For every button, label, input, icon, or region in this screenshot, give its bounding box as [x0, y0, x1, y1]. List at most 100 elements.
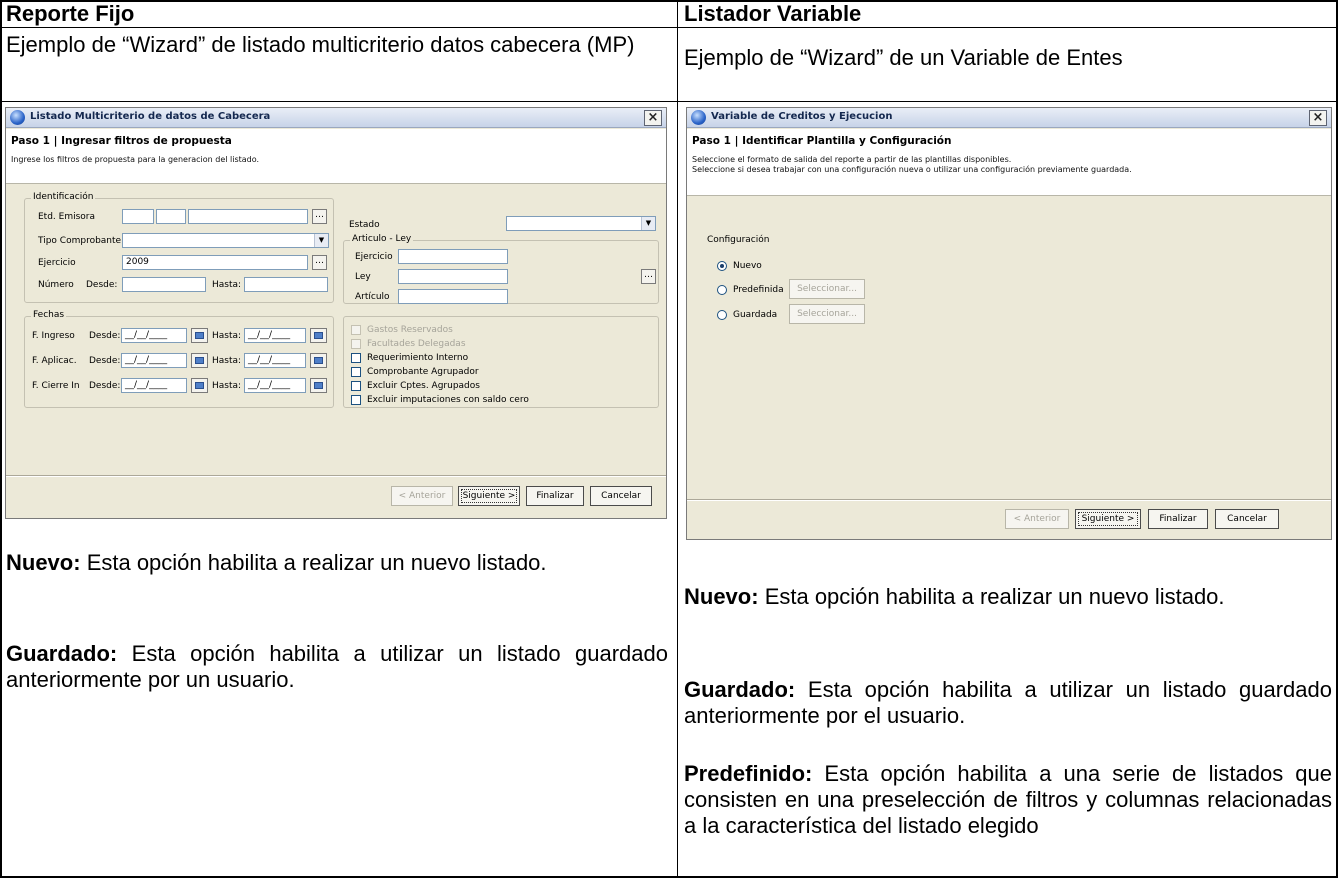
facultades-delegadas-checkbox[interactable] [351, 339, 361, 349]
f-ingreso-hasta-input[interactable]: __/__/____ [244, 328, 306, 343]
ellipsis-button[interactable]: … [312, 209, 327, 224]
guardado-term: Guardado: [684, 677, 796, 702]
excluir-cptes-label: Excluir Cptes. Agrupados [367, 381, 480, 391]
comprobante-agrupador-label: Comprobante Agrupador [367, 367, 479, 377]
comprobante-agrupador-checkbox[interactable] [351, 367, 361, 377]
left-nuevo-paragraph: Nuevo: Esta opción habilita a realizar u… [6, 550, 668, 576]
cancelar-button[interactable]: Cancelar [1215, 509, 1279, 529]
right-guardado-paragraph: Guardado: Esta opción habilita a utiliza… [684, 677, 1332, 729]
nuevo-text: Esta opción habilita a realizar un nuevo… [86, 550, 547, 575]
close-icon[interactable]: × [1309, 110, 1327, 126]
ejercicio-label: Ejercicio [38, 258, 76, 268]
art-ejercicio-label: Ejercicio [355, 252, 393, 262]
numero-desde-label: Desde: [86, 280, 118, 290]
table-rule [0, 27, 1338, 28]
app-icon [691, 110, 706, 125]
right-nuevo-paragraph: Nuevo: Esta opción habilita a realizar u… [684, 584, 1332, 610]
app-icon [10, 110, 25, 125]
numero-label: Número [38, 280, 74, 290]
f-aplicac-desde-label: Desde: [89, 356, 121, 366]
f-cierre-desde-input[interactable]: __/__/____ [121, 378, 187, 393]
f-aplicac-desde-input[interactable]: __/__/____ [121, 353, 187, 368]
calendar-icon[interactable] [310, 353, 327, 368]
etd-emisora-input-1[interactable] [122, 209, 154, 224]
nuevo-radio[interactable] [717, 261, 727, 271]
guardada-label: Guardada [733, 310, 778, 320]
finalizar-button[interactable]: Finalizar [526, 486, 584, 506]
requerimiento-interno-label: Requerimiento Interno [367, 353, 469, 363]
excluir-imputaciones-label: Excluir imputaciones con saldo cero [367, 395, 529, 405]
table-border-left [0, 0, 2, 878]
calendar-icon[interactable] [191, 328, 208, 343]
guardado-term: Guardado: [6, 641, 118, 666]
right-subheader: Ejemplo de “Wizard” de un Variable de En… [684, 45, 1123, 70]
requerimiento-interno-checkbox[interactable] [351, 353, 361, 363]
predefinida-radio[interactable] [717, 285, 727, 295]
calendar-icon[interactable] [310, 378, 327, 393]
f-ingreso-label: F. Ingreso [32, 331, 75, 341]
estado-select[interactable]: ▼ [506, 216, 656, 231]
ellipsis-button[interactable]: … [312, 255, 327, 270]
numero-hasta-input[interactable] [244, 277, 328, 292]
finalizar-button[interactable]: Finalizar [1148, 509, 1208, 529]
f-ingreso-hasta-label: Hasta: [212, 331, 242, 341]
group-title: Fechas [31, 310, 67, 320]
right-predefinido-paragraph: Predefinido: Esta opción habilita a una … [684, 761, 1332, 839]
articulo-label: Artículo [355, 292, 390, 302]
group-title: Articulo - Ley [350, 234, 414, 244]
f-cierre-hasta-input[interactable]: __/__/____ [244, 378, 306, 393]
etd-emisora-input-3[interactable] [188, 209, 308, 224]
predefinida-label: Predefinida [733, 285, 784, 295]
articulo-input[interactable] [398, 289, 508, 304]
calendar-icon[interactable] [191, 353, 208, 368]
gastos-reservados-label: Gastos Reservados [367, 325, 453, 335]
step-instruction-1: Seleccione el formato de salida del repo… [692, 155, 1012, 164]
f-aplicac-hasta-input[interactable]: __/__/____ [244, 353, 306, 368]
table-column-divider [677, 0, 678, 878]
wizard-header: Paso 1 | Identificar Plantilla y Configu… [687, 129, 1331, 196]
tipo-comprobante-select[interactable]: ▼ [122, 233, 329, 248]
estado-label: Estado [349, 220, 380, 230]
siguiente-button[interactable]: Siguiente > [458, 486, 520, 506]
f-cierre-label: F. Cierre In [32, 381, 80, 391]
anterior-button[interactable]: < Anterior [391, 486, 453, 506]
cancelar-button[interactable]: Cancelar [590, 486, 652, 506]
facultades-delegadas-label: Facultades Delegadas [367, 339, 466, 349]
guardada-radio[interactable] [717, 310, 727, 320]
etd-emisora-label: Etd. Emisora [38, 212, 96, 222]
anterior-button[interactable]: < Anterior [1005, 509, 1069, 529]
dialog-title: Variable de Creditos y Ejecucion [711, 111, 893, 122]
seleccionar-guardada-button[interactable]: Seleccionar... [789, 304, 865, 324]
nuevo-text: Esta opción habilita a realizar un nuevo… [764, 584, 1225, 609]
seleccionar-predefinida-button[interactable]: Seleccionar... [789, 279, 865, 299]
gastos-reservados-checkbox[interactable] [351, 325, 361, 335]
left-column-header: Reporte Fijo [6, 1, 135, 26]
ejercicio-input[interactable]: 2009 [122, 255, 308, 270]
ley-label: Ley [355, 272, 371, 282]
ley-input[interactable] [398, 269, 508, 284]
separator [6, 475, 666, 477]
wizard-header: Paso 1 | Ingresar filtros de propuesta I… [6, 129, 666, 184]
chevron-down-icon: ▼ [314, 234, 328, 247]
right-wizard-dialog: Variable de Creditos y Ejecucion × Paso … [686, 107, 1332, 540]
numero-desde-input[interactable] [122, 277, 206, 292]
f-aplicac-hasta-label: Hasta: [212, 356, 242, 366]
left-guardado-paragraph: Guardado: Esta opción habilita a utiliza… [6, 641, 668, 693]
calendar-icon[interactable] [310, 328, 327, 343]
nuevo-term: Nuevo: [684, 584, 759, 609]
f-aplicac-label: F. Aplicac. [32, 356, 77, 366]
chevron-down-icon: ▼ [641, 217, 655, 230]
art-ejercicio-input[interactable] [398, 249, 508, 264]
f-ingreso-desde-input[interactable]: __/__/____ [121, 328, 187, 343]
excluir-imputaciones-checkbox[interactable] [351, 395, 361, 405]
dialog-title: Listado Multicriterio de datos de Cabece… [30, 111, 271, 122]
step-title: Paso 1 | Identificar Plantilla y Configu… [692, 135, 952, 147]
configuracion-label: Configuración [707, 235, 770, 245]
predefinido-term: Predefinido: [684, 761, 813, 786]
calendar-icon[interactable] [191, 378, 208, 393]
ellipsis-button[interactable]: … [641, 269, 656, 284]
siguiente-button[interactable]: Siguiente > [1075, 509, 1141, 529]
etd-emisora-input-2[interactable] [156, 209, 186, 224]
close-icon[interactable]: × [644, 110, 662, 126]
excluir-cptes-checkbox[interactable] [351, 381, 361, 391]
